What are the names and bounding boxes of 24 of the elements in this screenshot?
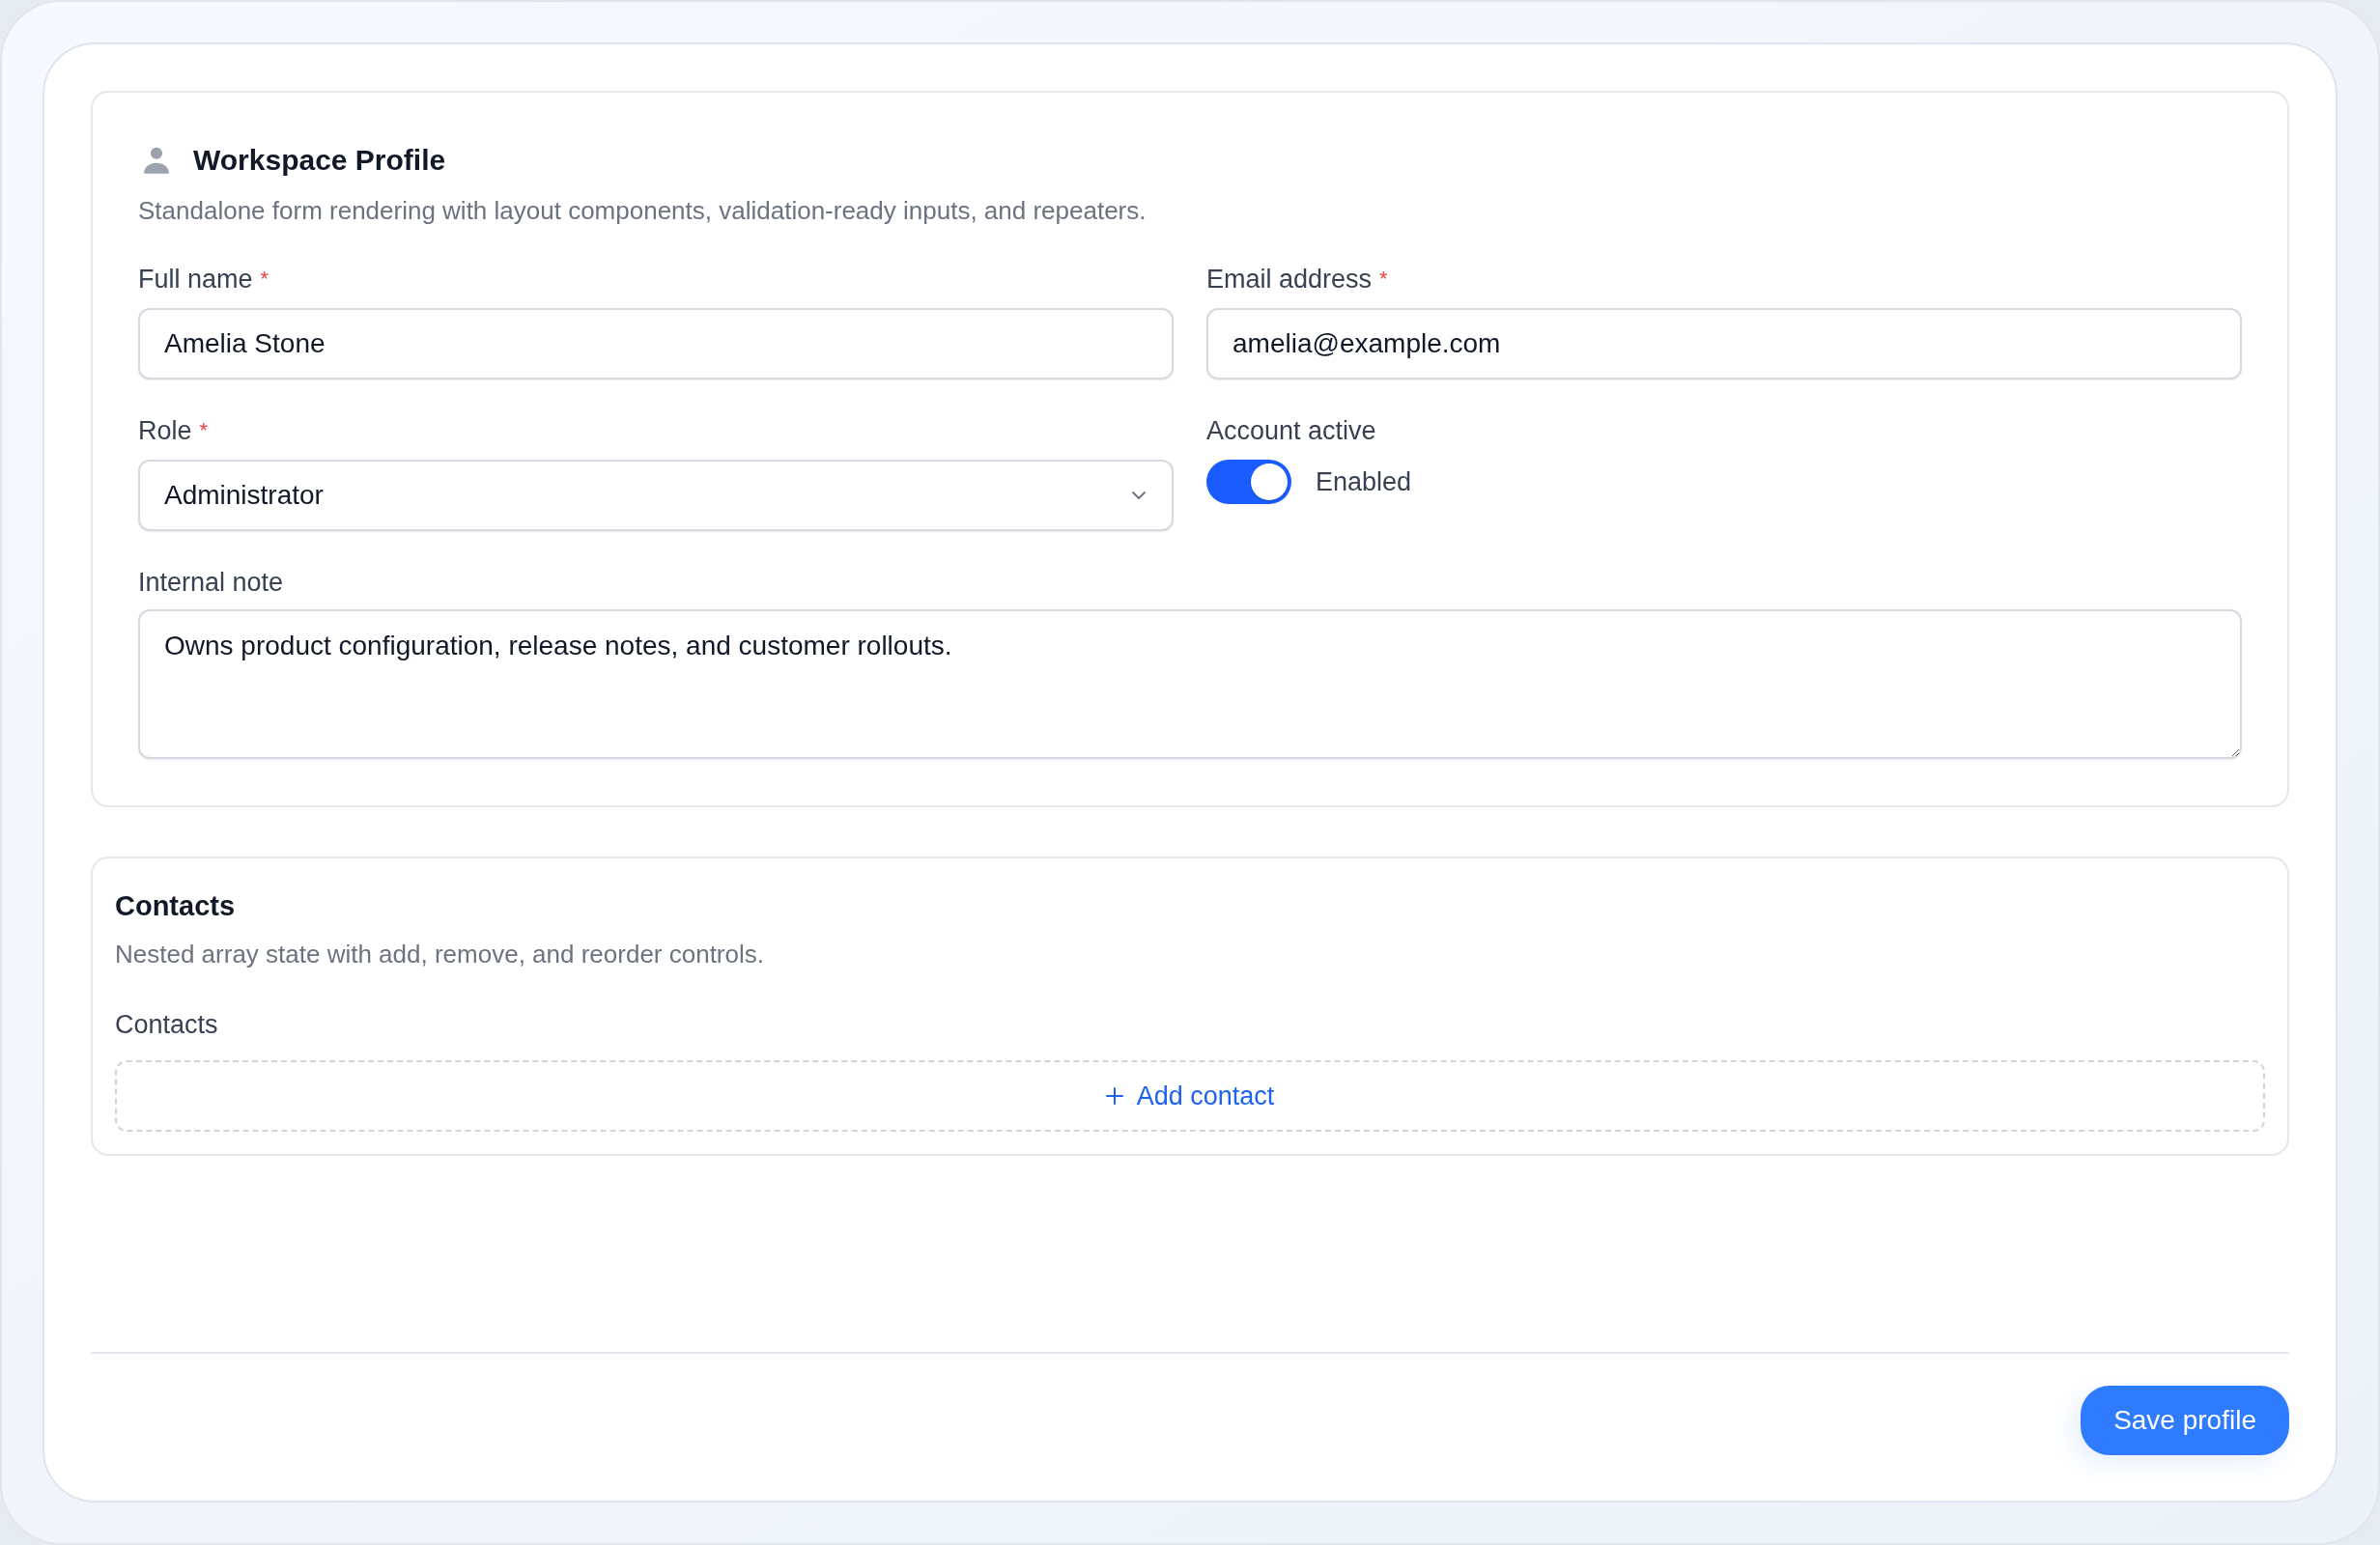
field-label: Email address [1206, 264, 1373, 295]
required-asterisk: * [199, 417, 209, 444]
plus-icon [1105, 1087, 1123, 1105]
required-asterisk: * [260, 266, 269, 293]
text-input[interactable]: Amelia Stone [138, 308, 1174, 379]
field-label: Contacts [115, 1009, 218, 1041]
field-label: Internal note [138, 567, 284, 599]
card-title: Workspace Profile [193, 143, 446, 178]
required-asterisk: * [1379, 266, 1388, 293]
field-label: Full name [138, 264, 253, 295]
card-title: Contacts [115, 889, 237, 923]
toggle-switch[interactable] [1206, 460, 1291, 504]
add-contact-button[interactable]: Add contact [115, 1060, 2265, 1132]
field-label: Role [138, 415, 192, 447]
field-label: Account active [1206, 415, 1376, 447]
role-select[interactable]: Administrator [138, 460, 1174, 531]
card-description: Nested array state with add, remove, and reorder controls. [115, 939, 765, 970]
person-icon [144, 146, 169, 175]
note-textarea[interactable]: Owns product configuration, release notes, and customer rollouts. [138, 609, 2242, 759]
save-button[interactable]: Save profile [2081, 1386, 2289, 1455]
toggle-state-label: Enabled [1316, 465, 1412, 498]
chevron-down-icon [1131, 491, 1147, 500]
text-input[interactable]: amelia@example.com [1206, 308, 2242, 379]
card-description: Standalone form rendering with layout components, validation-ready inputs, and repeaters. [138, 195, 1148, 227]
